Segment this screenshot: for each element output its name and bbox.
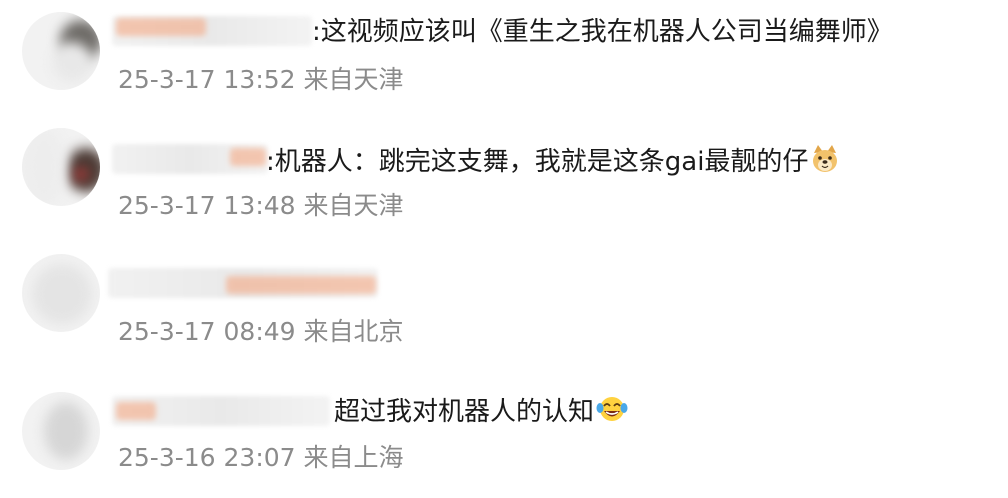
comment-text-content: :机器人：跳完这支舞，我就是这条gai最靓的仔: [266, 147, 809, 177]
comment-text-content: :这视频应该叫《重生之我在机器人公司当编舞师》: [312, 17, 893, 47]
avatar[interactable]: [22, 254, 100, 332]
comment-meta: 25-3-17 13:48 来自天津: [118, 190, 404, 222]
comment-item[interactable]: 超过我对机器人的认知 25-3-16 23:07 来自上海: [0, 378, 1008, 498]
comment-location: 来自天津: [303, 65, 404, 94]
comment-time: 25-3-17 13:52: [118, 65, 296, 94]
comment-meta: 25-3-17 13:52 来自天津: [118, 64, 404, 96]
comment-time: 25-3-17 13:48: [118, 191, 296, 220]
username-tint: [226, 276, 376, 294]
comment-time: 25-3-16 23:07: [118, 443, 296, 472]
comment-meta: 25-3-17 08:49 来自北京: [118, 316, 404, 348]
username-tint: [116, 402, 156, 420]
avatar[interactable]: [22, 128, 100, 206]
comment-location: 来自天津: [303, 191, 404, 220]
comment-location: 来自北京: [303, 317, 404, 346]
laughing-tears-icon: [596, 394, 628, 434]
username-tint: [116, 18, 206, 36]
avatar[interactable]: [22, 12, 100, 90]
comment-text-content: 超过我对机器人的认知: [334, 397, 595, 427]
comment-meta: 25-3-16 23:07 来自上海: [118, 442, 404, 474]
comment-text: :这视频应该叫《重生之我在机器人公司当编舞师》: [312, 14, 893, 50]
comment-item[interactable]: :这视频应该叫《重生之我在机器人公司当编舞师》 25-3-17 13:52 来自…: [0, 0, 1008, 120]
comment-item[interactable]: :机器人：跳完这支舞，我就是这条gai最靓的仔 25-3-17 13:48 来自…: [0, 126, 1008, 246]
comment-text: :机器人：跳完这支舞，我就是这条gai最靓的仔: [266, 144, 840, 184]
avatar[interactable]: [22, 392, 100, 470]
comment-location: 来自上海: [303, 443, 404, 472]
dog-face-icon: [810, 144, 840, 184]
comment-time: 25-3-17 08:49: [118, 317, 296, 346]
username-tint: [230, 148, 266, 166]
comment-text: 超过我对机器人的认知: [334, 394, 628, 434]
comment-item[interactable]: 25-3-17 08:49 来自北京: [0, 252, 1008, 372]
